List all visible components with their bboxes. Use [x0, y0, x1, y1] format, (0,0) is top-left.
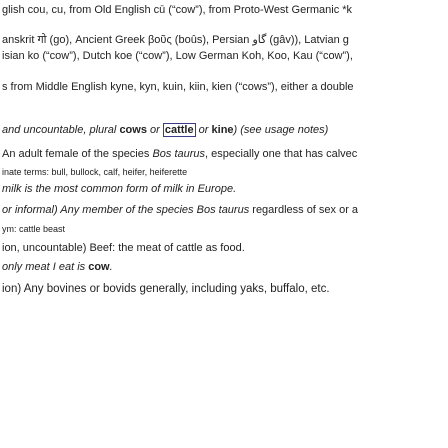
definition-3: ion, uncountable) Beef: the meat of catt… — [2, 241, 245, 255]
definition-1-example: milk is the most common form of milk in … — [2, 182, 236, 196]
plural-forms-line: and uncountable, plural cows or cattle o… — [2, 123, 328, 137]
species-name: Bos taurus — [196, 204, 250, 216]
species-name: Bos taurus — [152, 148, 206, 160]
definition-text: regardless of sex or a — [249, 204, 359, 216]
plural-kine-link[interactable]: kine — [212, 124, 234, 136]
definition-text: ion, uncountable) Beef: the meat of catt… — [2, 242, 245, 254]
definition-text: , especially one that has calvec — [205, 148, 358, 160]
plural-cows-link[interactable]: cows — [119, 124, 147, 136]
example-text: . — [109, 261, 113, 273]
example-highlight: cow — [88, 261, 110, 273]
plural-post: ) (see usage notes) — [233, 124, 329, 136]
synonym-label: ym: — [2, 224, 19, 234]
related-terms-label: inate terms: — [2, 167, 52, 177]
definition-2: or informal) Any member of the species B… — [2, 203, 358, 217]
etymology-line-1: glish cou, cu, from Old English cū (“cow… — [2, 3, 352, 17]
synonym-link[interactable]: cattle beast — [19, 224, 65, 234]
definition-text: ion) Any bovines or bovids generally, in… — [2, 283, 330, 295]
definition-qualifier: or informal) Any member of the species — [2, 204, 197, 216]
definition-2-synonym: ym: cattle beast — [2, 222, 65, 236]
etymology-text: isian ko (“cow”), Dutch koe (“cow”), Low… — [2, 50, 353, 62]
etymology-text: anskrit गो (go), Ancient Greek βοῦς (boû… — [2, 34, 349, 46]
definition-4: ion) Any bovines or bovids generally, in… — [2, 282, 330, 296]
definition-3-example: only meat I eat is cow. — [2, 260, 113, 274]
etymology-line-3: isian ko (“cow”), Dutch koe (“cow”), Low… — [2, 49, 353, 63]
plural-pre: and uncountable, plural — [2, 124, 120, 136]
etymology-line-2: anskrit गो (go), Ancient Greek βοῦς (boû… — [2, 33, 349, 47]
definition-1-related-terms: inate terms: bull, bullock, calf, heifer… — [2, 165, 187, 179]
etymology-text: glish cou, cu, from Old English cū (“cow… — [2, 4, 353, 16]
plural-cattle-link[interactable]: cattle — [162, 123, 196, 137]
definition-text: An adult female of the species — [2, 148, 153, 160]
example-text: milk is the most common form of milk in … — [2, 183, 237, 195]
etymology-line-4: s from Middle English kyne, kyn, kuin, k… — [2, 80, 354, 94]
plural-or: or — [146, 124, 163, 136]
definition-1: An adult female of the species Bos tauru… — [2, 147, 357, 161]
plural-or: or — [195, 124, 212, 136]
related-terms-links[interactable]: bull, bullock, calf, heifer, heiferette — [52, 167, 188, 177]
example-text: only meat I eat is — [2, 261, 89, 273]
etymology-text: s from Middle English kyne, kyn, kuin, k… — [2, 81, 354, 93]
